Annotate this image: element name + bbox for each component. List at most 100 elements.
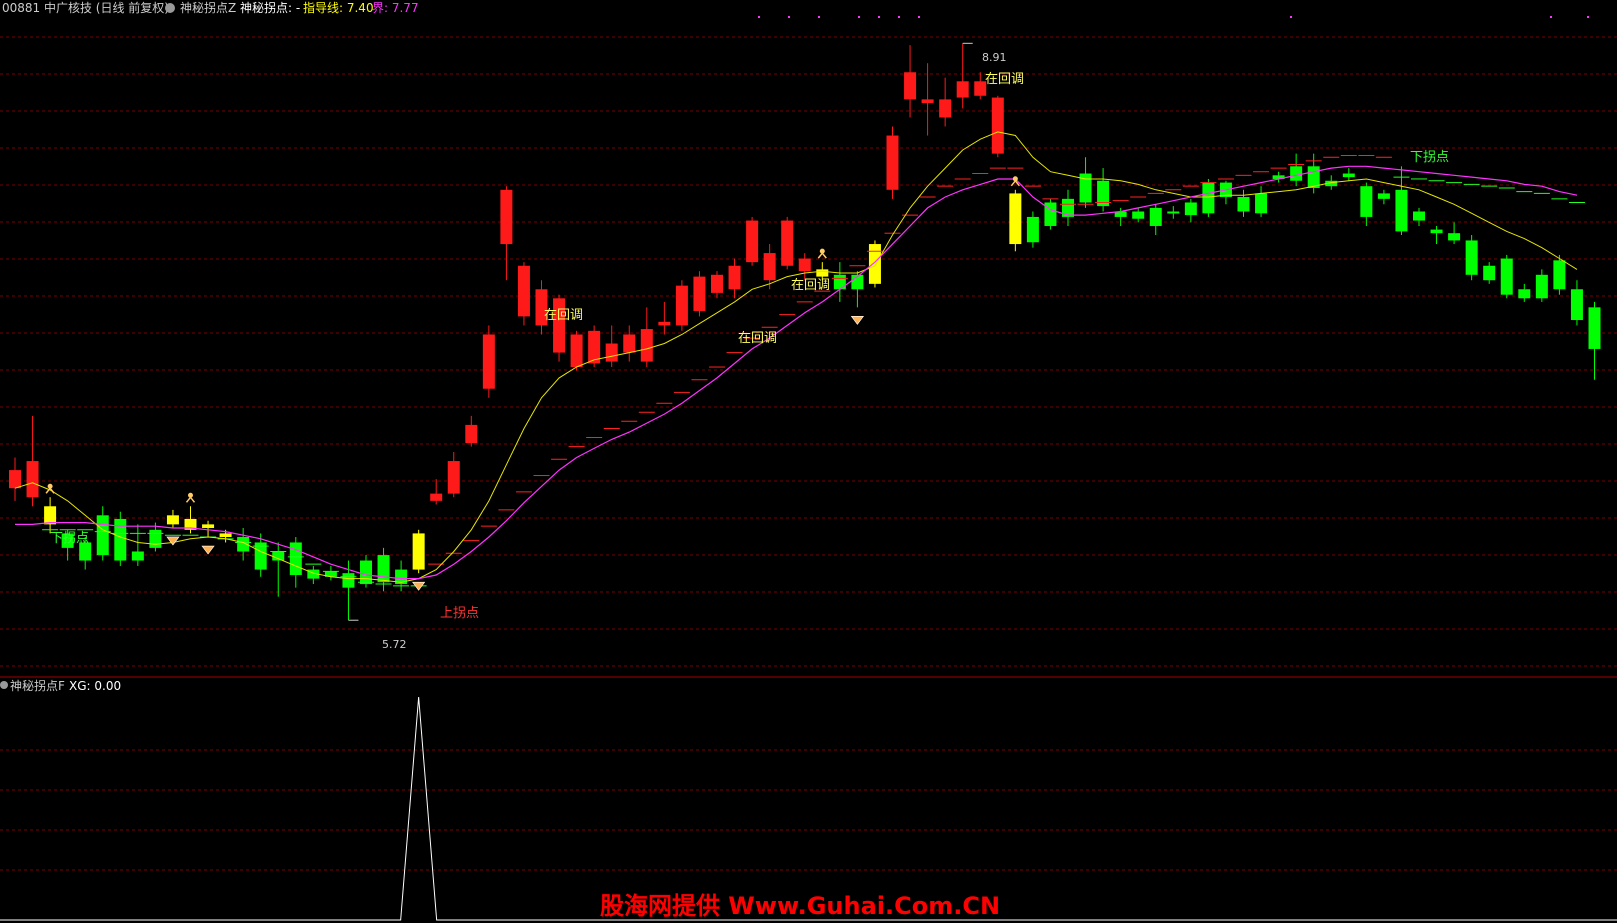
stock-chart-window: 00881 中广核技 (日线 前复权) 神秘拐点Z 神秘拐点: - 指导线: 7… bbox=[0, 0, 1617, 923]
candle-body bbox=[219, 533, 232, 538]
candle-body bbox=[517, 265, 530, 317]
top-dot bbox=[918, 16, 920, 18]
high-price-label: 8.91 bbox=[982, 51, 1007, 64]
candle-body bbox=[465, 424, 478, 443]
candle-body bbox=[675, 285, 688, 326]
watermark: 股海网提供 Www.Guhai.Com.CN bbox=[600, 892, 1000, 920]
candle-body bbox=[1132, 211, 1145, 219]
candle-body bbox=[26, 461, 39, 498]
step-lines bbox=[42, 154, 1585, 587]
candle-body bbox=[658, 321, 671, 326]
candle-body bbox=[711, 274, 723, 293]
guide-line bbox=[14, 131, 1578, 583]
pullback-label: 在回调 bbox=[738, 331, 777, 346]
boundary-line bbox=[15, 165, 1578, 580]
candle-body bbox=[868, 244, 881, 284]
candle-body bbox=[1448, 233, 1461, 241]
top-dot bbox=[1550, 16, 1552, 18]
candle-body bbox=[360, 560, 372, 585]
candle-body bbox=[9, 470, 21, 489]
candle-body bbox=[781, 220, 794, 266]
candle-body bbox=[289, 542, 302, 576]
diamond-icon bbox=[201, 545, 215, 555]
candle-body bbox=[500, 189, 513, 245]
candle-body bbox=[1500, 258, 1513, 295]
low-price-label: 5.72 bbox=[382, 638, 407, 651]
candle-body bbox=[956, 81, 969, 98]
candle-body bbox=[570, 334, 583, 368]
candle-body bbox=[1535, 274, 1548, 299]
candle-body bbox=[763, 253, 776, 281]
down-turn-label: 下拐点 bbox=[1410, 150, 1449, 165]
stock-label: 00881 中广核技 (日线 前复权) bbox=[2, 0, 169, 15]
candle-body bbox=[430, 493, 443, 501]
candle-body bbox=[1413, 211, 1425, 221]
candle-body bbox=[904, 72, 917, 100]
top-dot bbox=[858, 16, 860, 18]
candle-body bbox=[1570, 289, 1583, 321]
candle-body bbox=[886, 135, 899, 190]
candle-body bbox=[412, 533, 425, 570]
guide-value: 指导线: 7.40 bbox=[303, 0, 374, 15]
candle-body bbox=[1465, 240, 1478, 275]
candle-body bbox=[798, 258, 811, 272]
sub-grid bbox=[0, 749, 1617, 871]
candle-body bbox=[1026, 216, 1039, 243]
candle-body bbox=[1237, 197, 1250, 212]
candle-body bbox=[482, 334, 495, 389]
candle-body bbox=[377, 555, 390, 583]
indicator-value: 神秘拐点: - bbox=[240, 0, 300, 15]
candle-body bbox=[1009, 193, 1022, 245]
sub-indicator-name: 神秘拐点F bbox=[10, 678, 65, 693]
indicator-toggle-icon[interactable] bbox=[165, 3, 175, 13]
candle-body bbox=[728, 265, 741, 290]
indicator-name: 神秘拐点Z bbox=[180, 0, 236, 15]
top-dot bbox=[1587, 16, 1589, 18]
candle-body bbox=[149, 529, 162, 548]
candle-body bbox=[96, 515, 109, 556]
diamond-icon bbox=[166, 536, 180, 546]
candle-body bbox=[1184, 202, 1197, 216]
person-icon bbox=[817, 251, 827, 259]
candle-body bbox=[44, 506, 57, 525]
pullback-label: 在回调 bbox=[544, 308, 583, 323]
candle-body bbox=[1360, 186, 1373, 217]
top-dot bbox=[788, 16, 790, 18]
person-icon bbox=[185, 496, 196, 503]
candle-body bbox=[1483, 265, 1496, 281]
sub-indicator-toggle-icon[interactable] bbox=[0, 681, 8, 689]
candle-body bbox=[1518, 289, 1531, 299]
top-dot bbox=[878, 16, 880, 18]
candle-body bbox=[605, 343, 618, 362]
candles bbox=[9, 43, 1601, 621]
up-turn-label: 上拐点 bbox=[440, 606, 479, 621]
candle-body bbox=[1588, 307, 1601, 349]
signal-markers bbox=[45, 42, 1020, 621]
xg-value: XG: 0.00 bbox=[69, 679, 121, 693]
candle-body bbox=[640, 329, 653, 362]
candle-body bbox=[1167, 211, 1180, 214]
candle-body bbox=[447, 461, 460, 494]
pullback-label: 在回调 bbox=[985, 72, 1024, 87]
candle-body bbox=[1307, 166, 1320, 188]
boundary-value: 界: 7.77 bbox=[372, 1, 419, 15]
candle-body bbox=[746, 220, 759, 263]
candle-body bbox=[1395, 189, 1408, 232]
top-dot bbox=[818, 16, 820, 18]
candle-body bbox=[693, 276, 706, 311]
price-chart[interactable]: 00881 中广核技 (日线 前复权) 神秘拐点Z 神秘拐点: - 指导线: 7… bbox=[0, 0, 1617, 923]
candle-body bbox=[1255, 193, 1268, 214]
candle-body bbox=[921, 99, 934, 103]
down-turn-label: 下拐点 bbox=[50, 531, 89, 546]
pullback-label: 在回调 bbox=[791, 278, 830, 293]
candle-body bbox=[202, 524, 215, 528]
candle-body bbox=[1553, 260, 1566, 290]
candle-body bbox=[939, 99, 952, 118]
candle-body bbox=[1290, 166, 1303, 181]
candle-body bbox=[1430, 229, 1443, 234]
top-dot bbox=[758, 16, 760, 18]
price-grid bbox=[0, 16, 1617, 667]
candle-body bbox=[991, 97, 1004, 154]
candle-body bbox=[833, 274, 846, 290]
candle-body bbox=[1149, 207, 1162, 226]
